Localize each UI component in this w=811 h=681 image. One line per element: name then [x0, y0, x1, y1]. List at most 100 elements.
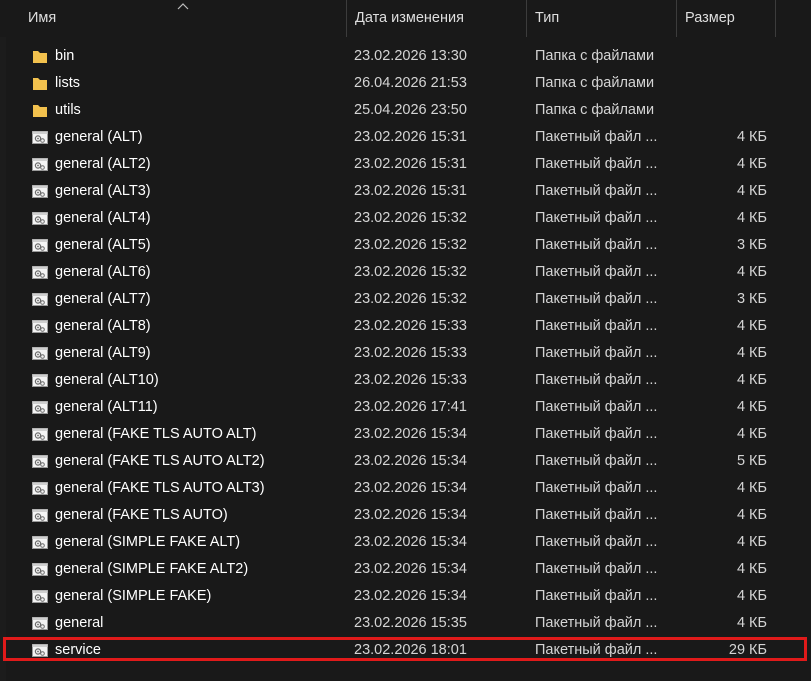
file-type: Папка с файлами — [535, 48, 655, 64]
file-type: Пакетный файл ... — [535, 453, 658, 469]
file-name: general (FAKE TLS AUTO ALT) — [55, 426, 257, 442]
file-type: Пакетный файл ... — [535, 480, 658, 496]
file-row[interactable]: general (ALT2) 23.02.2026 15:31 Пакетный ф… — [0, 151, 811, 178]
file-type: Пакетный файл ... — [535, 561, 658, 577]
file-name: general (ALT3) — [55, 183, 151, 199]
file-name: general (ALT11) — [55, 399, 158, 415]
file-row[interactable]: general (ALT) 23.02.2026 15:31 Пакетный фа… — [0, 124, 811, 151]
file-name: utils — [55, 102, 81, 118]
file-row[interactable]: bin 23.02.2026 13:30 Папка с файлами — [0, 43, 811, 70]
file-row[interactable]: service 23.02.2026 18:01 Пакетный файл ...… — [0, 637, 811, 664]
file-row[interactable]: general (ALT11) 23.02.2026 17:41 Пакетный … — [0, 394, 811, 421]
file-size: 3 КБ — [736, 237, 767, 253]
column-header-type[interactable]: Тип — [526, 0, 676, 37]
file-name: general (SIMPLE FAKE ALT) — [55, 534, 241, 550]
file-row[interactable]: general (SIMPLE FAKE) 23.02.2026 15:34 Пак… — [0, 583, 811, 610]
file-date-modified: 26.04.2026 21:53 — [354, 75, 467, 91]
file-row[interactable]: general (ALT4) 23.02.2026 15:32 Пакетный ф… — [0, 205, 811, 232]
file-row[interactable]: general (ALT8) 23.02.2026 15:33 Пакетный ф… — [0, 313, 811, 340]
batch-file-icon — [31, 345, 49, 362]
file-row[interactable]: general (FAKE TLS AUTO) 23.02.2026 15:34 П… — [0, 502, 811, 529]
file-row[interactable]: general (ALT7) 23.02.2026 15:32 Пакетный ф… — [0, 286, 811, 313]
file-row[interactable]: general (ALT9) 23.02.2026 15:33 Пакетный ф… — [0, 340, 811, 367]
file-size: 4 КБ — [736, 426, 767, 442]
file-row[interactable]: general 23.02.2026 15:35 Пакетный файл ...… — [0, 610, 811, 637]
file-name: general (SIMPLE FAKE ALT2) — [55, 561, 249, 577]
file-row[interactable]: general (ALT10) 23.02.2026 15:33 Пакетный … — [0, 367, 811, 394]
file-row[interactable]: lists 26.04.2026 21:53 Папка с файлами — [0, 70, 811, 97]
file-size: 4 КБ — [736, 318, 767, 334]
file-date-modified: 25.04.2026 23:50 — [354, 102, 467, 118]
file-date-modified: 23.02.2026 15:34 — [354, 507, 467, 523]
file-row[interactable]: general (SIMPLE FAKE ALT) 23.02.2026 15:3… — [0, 529, 811, 556]
file-size — [676, 43, 767, 70]
file-type: Пакетный файл ... — [535, 642, 658, 658]
file-type: Пакетный файл ... — [535, 615, 658, 631]
file-size: 4 КБ — [736, 480, 767, 496]
file-name: general (ALT8) — [55, 318, 151, 334]
file-row[interactable]: general (FAKE TLS AUTO ALT2) 23.02.2026 1… — [0, 448, 811, 475]
folder-icon — [31, 48, 49, 65]
file-type: Пакетный файл ... — [535, 588, 658, 604]
file-type: Пакетный файл ... — [535, 399, 658, 415]
file-size — [676, 97, 767, 124]
file-size: 4 КБ — [736, 372, 767, 388]
batch-file-icon — [31, 507, 49, 524]
column-header-date[interactable]: Дата изменения — [346, 0, 526, 37]
file-type: Пакетный файл ... — [535, 183, 658, 199]
file-name: service — [55, 642, 101, 658]
file-date-modified: 23.02.2026 15:34 — [354, 534, 467, 550]
file-name: general (ALT5) — [55, 237, 151, 253]
batch-file-icon — [31, 156, 49, 173]
file-row[interactable]: general (SIMPLE FAKE ALT2) 23.02.2026 15:… — [0, 556, 811, 583]
file-date-modified: 23.02.2026 13:30 — [354, 48, 467, 64]
file-name: general (ALT4) — [55, 210, 151, 226]
file-type: Пакетный файл ... — [535, 426, 658, 442]
file-name: general (ALT10) — [55, 372, 159, 388]
file-date-modified: 23.02.2026 15:32 — [354, 210, 467, 226]
file-name: general (FAKE TLS AUTO) — [55, 507, 228, 523]
file-size: 29 КБ — [728, 642, 767, 658]
file-date-modified: 23.02.2026 15:33 — [354, 372, 467, 388]
column-header-name[interactable]: Имя — [20, 0, 346, 37]
batch-file-icon — [31, 615, 49, 632]
file-type: Папка с файлами — [535, 75, 655, 91]
batch-file-icon — [31, 183, 49, 200]
file-row[interactable]: general (ALT5) 23.02.2026 15:32 Пакетный ф… — [0, 232, 811, 259]
folder-icon — [31, 75, 49, 92]
file-size: 4 КБ — [736, 156, 767, 172]
file-type: Пакетный файл ... — [535, 372, 658, 388]
file-name: general (FAKE TLS AUTO ALT2) — [55, 453, 265, 469]
file-date-modified: 23.02.2026 15:33 — [354, 318, 467, 334]
file-name: general — [55, 615, 104, 631]
file-row[interactable]: general (FAKE TLS AUTO ALT) 23.02.2026 15… — [0, 421, 811, 448]
file-type: Пакетный файл ... — [535, 345, 658, 361]
batch-file-icon — [31, 588, 49, 605]
file-date-modified: 23.02.2026 15:35 — [354, 615, 467, 631]
batch-file-icon — [31, 453, 49, 470]
file-date-modified: 23.02.2026 15:31 — [354, 129, 467, 145]
file-type: Пакетный файл ... — [535, 210, 658, 226]
file-type: Пакетный файл ... — [535, 156, 658, 172]
file-name: general (ALT6) — [55, 264, 151, 280]
file-size: 4 КБ — [736, 615, 767, 631]
file-row[interactable]: general (ALT6) 23.02.2026 15:32 Пакетный ф… — [0, 259, 811, 286]
column-header-size[interactable]: Размер — [676, 0, 776, 37]
folder-icon — [31, 102, 49, 119]
file-date-modified: 23.02.2026 15:31 — [354, 156, 467, 172]
file-name: general (ALT) — [55, 129, 143, 145]
file-row[interactable]: utils 25.04.2026 23:50 Папка с файлами — [0, 97, 811, 124]
file-size — [676, 70, 767, 97]
file-row[interactable]: general (FAKE TLS AUTO ALT3) 23.02.2026 1… — [0, 475, 811, 502]
file-type: Папка с файлами — [535, 102, 655, 118]
file-date-modified: 23.02.2026 15:33 — [354, 345, 467, 361]
file-date-modified: 23.02.2026 15:32 — [354, 264, 467, 280]
file-row[interactable]: general (ALT3) 23.02.2026 15:31 Пакетный ф… — [0, 178, 811, 205]
file-size: 4 КБ — [736, 210, 767, 226]
file-type: Пакетный файл ... — [535, 264, 658, 280]
batch-file-icon — [31, 642, 49, 659]
file-type: Пакетный файл ... — [535, 237, 658, 253]
batch-file-icon — [31, 129, 49, 146]
file-type: Пакетный файл ... — [535, 534, 658, 550]
file-name: general (SIMPLE FAKE) — [55, 588, 212, 604]
